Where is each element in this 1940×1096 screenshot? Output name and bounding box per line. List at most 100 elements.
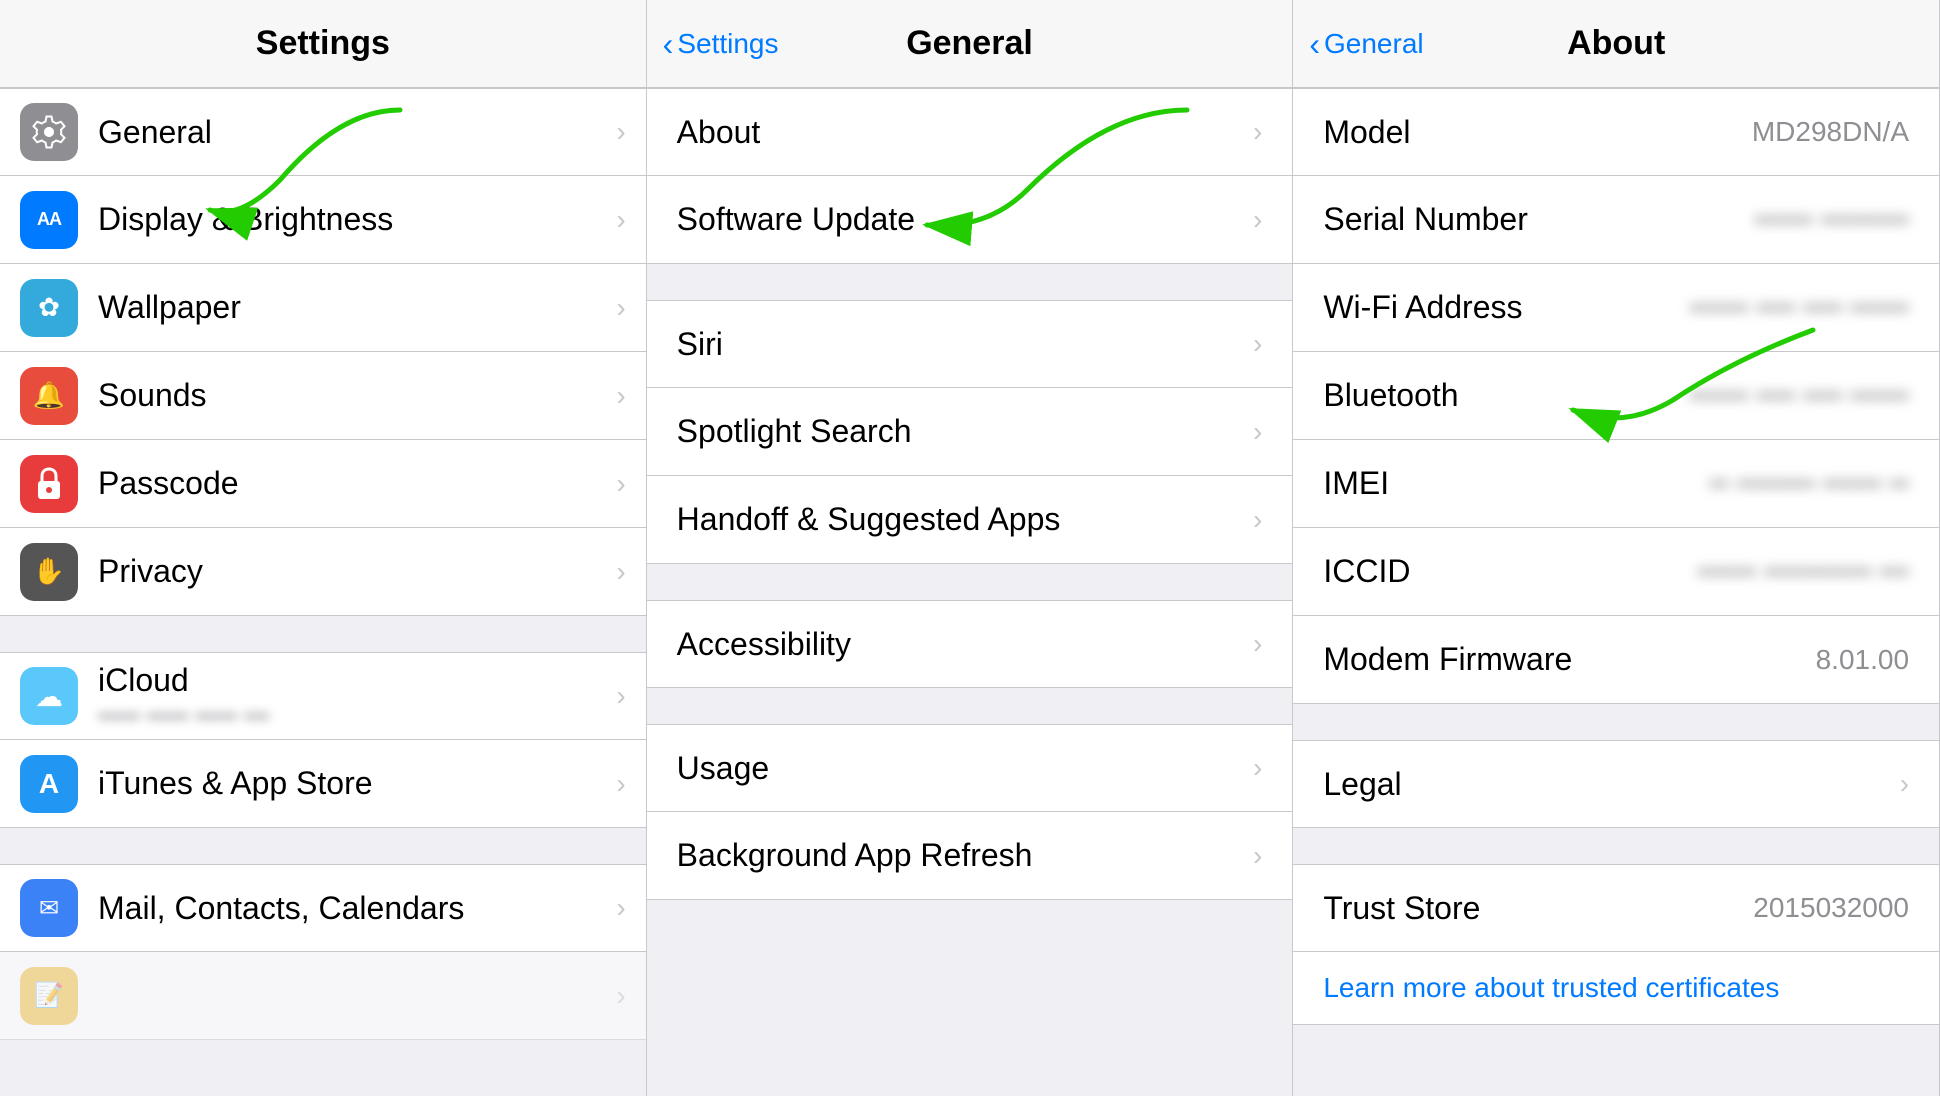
model-value: MD298DN/A <box>1752 116 1909 148</box>
trust-store-label: Trust Store <box>1323 890 1480 927</box>
general-panel: ‹ Settings General About › Software Upda… <box>647 0 1294 1096</box>
trust-link-container: Learn more about trusted certificates <box>1293 952 1939 1025</box>
itunes-icon: A <box>20 755 78 813</box>
about-back-label: General <box>1324 28 1424 60</box>
general-section-1: About › Software Update › <box>647 88 1293 264</box>
general-header: ‹ Settings General <box>647 0 1293 88</box>
handoff-label: Handoff & Suggested Apps <box>677 501 1253 538</box>
mail-chevron: › <box>616 892 625 924</box>
mail-label: Mail, Contacts, Calendars <box>98 890 606 927</box>
general-item-accessibility[interactable]: Accessibility › <box>647 600 1293 688</box>
trust-link[interactable]: Learn more about trusted certificates <box>1323 972 1779 1003</box>
passcode-icon <box>20 455 78 513</box>
general-item-about[interactable]: About › <box>647 88 1293 176</box>
sounds-chevron: › <box>616 380 625 412</box>
legal-chevron: › <box>1900 768 1909 800</box>
about-item-bluetooth: Bluetooth •••••• •••• •••• •••••• <box>1293 352 1939 440</box>
modem-label: Modem Firmware <box>1323 641 1572 678</box>
about-panel: ‹ General About Model MD298DN/A Serial N… <box>1293 0 1940 1096</box>
general-icon <box>20 103 78 161</box>
spotlight-label: Spotlight Search <box>677 413 1253 450</box>
back-chevron-left: ‹ <box>663 28 674 60</box>
about-section-3: Trust Store 2015032000 Learn more about … <box>1293 864 1939 1025</box>
settings-item-passcode[interactable]: Passcode › <box>0 440 646 528</box>
wallpaper-label: Wallpaper <box>98 289 606 326</box>
trust-store-value: 2015032000 <box>1753 892 1909 924</box>
about-back-button[interactable]: ‹ General <box>1309 28 1423 60</box>
settings-section-3: ✉ Mail, Contacts, Calendars › 📝 › <box>0 864 646 1040</box>
spacer-2 <box>0 828 646 864</box>
notes-icon: 📝 <box>20 967 78 1025</box>
general-item-siri[interactable]: Siri › <box>647 300 1293 388</box>
software-update-label: Software Update <box>677 201 1253 238</box>
siri-chevron: › <box>1253 328 1262 360</box>
about-spacer-2 <box>1293 828 1939 864</box>
icloud-text: iCloud ••••• ••••• ••••• ••• <box>98 662 606 731</box>
itunes-chevron: › <box>616 768 625 800</box>
iccid-value: •••••• ••••••••••• ••• <box>1697 556 1909 588</box>
accessibility-chevron: › <box>1253 628 1262 660</box>
wallpaper-icon: ✿ <box>20 279 78 337</box>
settings-content: General › AA Display & Brightness › ✿ Wa… <box>0 88 646 1096</box>
modem-value: 8.01.00 <box>1816 644 1909 676</box>
about-section-1: Model MD298DN/A Serial Number •••••• •••… <box>1293 88 1939 704</box>
general-item-software-update[interactable]: Software Update › <box>647 176 1293 264</box>
bluetooth-value: •••••• •••• •••• •••••• <box>1690 380 1909 412</box>
siri-label: Siri <box>677 326 1253 363</box>
icloud-sub: ••••• ••••• ••••• ••• <box>98 703 606 731</box>
settings-item-wallpaper[interactable]: ✿ Wallpaper › <box>0 264 646 352</box>
settings-item-general[interactable]: General › <box>0 88 646 176</box>
general-item-handoff[interactable]: Handoff & Suggested Apps › <box>647 476 1293 564</box>
spotlight-chevron: › <box>1253 416 1262 448</box>
general-spacer-3 <box>647 688 1293 724</box>
about-header: ‹ General About <box>1293 0 1939 88</box>
settings-panel: Settings General › AA Display <box>0 0 647 1096</box>
usage-label: Usage <box>677 750 1253 787</box>
general-section-4: Usage › Background App Refresh › <box>647 724 1293 900</box>
settings-title: Settings <box>256 24 390 63</box>
usage-chevron: › <box>1253 752 1262 784</box>
general-item-spotlight[interactable]: Spotlight Search › <box>647 388 1293 476</box>
passcode-label: Passcode <box>98 465 606 502</box>
general-section-3: Accessibility › <box>647 600 1293 688</box>
general-spacer-1 <box>647 264 1293 300</box>
software-update-chevron: › <box>1253 204 1262 236</box>
general-title: General <box>906 24 1033 63</box>
background-refresh-label: Background App Refresh <box>677 837 1253 874</box>
about-item-modem: Modem Firmware 8.01.00 <box>1293 616 1939 704</box>
settings-item-display[interactable]: AA Display & Brightness › <box>0 176 646 264</box>
general-spacer-2 <box>647 564 1293 600</box>
icloud-chevron: › <box>616 680 625 712</box>
legal-label: Legal <box>1323 766 1401 803</box>
settings-item-icloud[interactable]: ☁ iCloud ••••• ••••• ••••• ••• › <box>0 652 646 740</box>
general-item-background-refresh[interactable]: Background App Refresh › <box>647 812 1293 900</box>
about-title: About <box>1567 24 1665 63</box>
general-back-button[interactable]: ‹ Settings <box>663 28 779 60</box>
serial-value: •••••• ••••••••• <box>1754 204 1909 236</box>
about-back-chevron: ‹ <box>1309 28 1320 60</box>
general-content: About › Software Update › Siri › Spotlig… <box>647 88 1293 1096</box>
settings-item-notes[interactable]: 📝 › <box>0 952 646 1040</box>
imei-value: •• •••••••• •••••• •• <box>1709 468 1909 500</box>
general-section-2: Siri › Spotlight Search › Handoff & Sugg… <box>647 300 1293 564</box>
mail-icon: ✉ <box>20 879 78 937</box>
about-item-legal[interactable]: Legal › <box>1293 740 1939 828</box>
passcode-chevron: › <box>616 468 625 500</box>
about-item-iccid: ICCID •••••• ••••••••••• ••• <box>1293 528 1939 616</box>
about-spacer-1 <box>1293 704 1939 740</box>
settings-item-privacy[interactable]: ✋ Privacy › <box>0 528 646 616</box>
settings-item-itunes[interactable]: A iTunes & App Store › <box>0 740 646 828</box>
settings-item-mail[interactable]: ✉ Mail, Contacts, Calendars › <box>0 864 646 952</box>
about-chevron: › <box>1253 116 1262 148</box>
about-item-imei: IMEI •• •••••••• •••••• •• <box>1293 440 1939 528</box>
wifi-value: •••••• •••• •••• •••••• <box>1690 292 1909 324</box>
settings-item-sounds[interactable]: 🔔 Sounds › <box>0 352 646 440</box>
about-label: About <box>677 114 1253 151</box>
general-item-usage[interactable]: Usage › <box>647 724 1293 812</box>
itunes-label: iTunes & App Store <box>98 765 606 802</box>
about-item-model: Model MD298DN/A <box>1293 88 1939 176</box>
about-item-wifi: Wi-Fi Address •••••• •••• •••• •••••• <box>1293 264 1939 352</box>
display-label: Display & Brightness <box>98 201 606 238</box>
back-label: Settings <box>677 28 778 60</box>
general-chevron: › <box>616 116 625 148</box>
